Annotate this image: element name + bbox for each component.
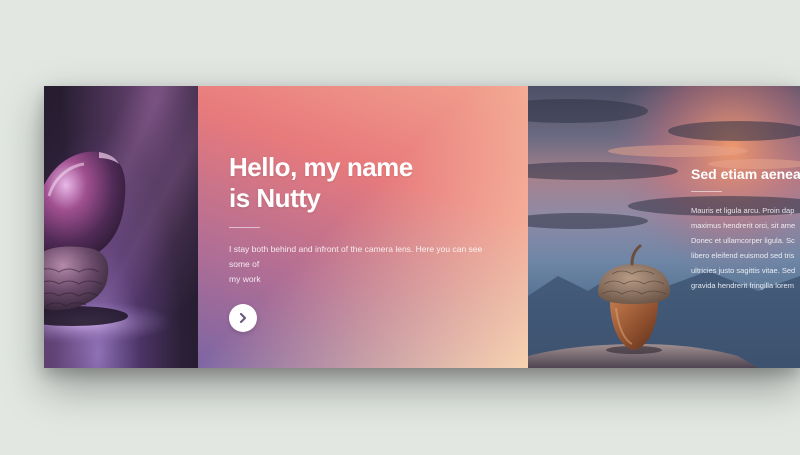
next-slide-button[interactable] [229, 304, 257, 332]
secondary-description: Mauris et ligula arcu. Proin dap maximus… [691, 203, 800, 293]
secondary-line: Donec et ullamcorper ligula. Sc [691, 236, 795, 245]
hero-title-line-1: Hello, my name [229, 152, 413, 182]
acorn-artwork-right: Sed etiam aenea Mauris et ligula arcu. P… [528, 86, 800, 368]
chevron-right-icon [239, 312, 247, 324]
secondary-line: libero eleifend euismod sed tris [691, 251, 795, 260]
hero-description-line-1: I stay both behind and infront of the ca… [229, 244, 483, 269]
secondary-divider [691, 191, 722, 192]
secondary-title: Sed etiam aenea [691, 166, 800, 182]
secondary-slide-text: Sed etiam aenea Mauris et ligula arcu. P… [691, 166, 800, 293]
acorn-artwork-left [44, 86, 198, 368]
acorn-illustration [44, 151, 172, 344]
hero-description-line-2: my work [229, 274, 261, 284]
secondary-line: ultricies justo sagittis vitae. Sed [691, 266, 796, 275]
secondary-line: maximus hendrerit orci, sit ame [691, 221, 796, 230]
secondary-line: gravida hendrerit fringilla lorem [691, 281, 794, 290]
portfolio-slider: Hello, my name is Nutty I stay both behi… [44, 86, 800, 368]
hero-title: Hello, my name is Nutty [229, 152, 429, 214]
hero-panel: Hello, my name is Nutty I stay both behi… [198, 86, 528, 368]
secondary-line: Mauris et ligula arcu. Proin dap [691, 206, 795, 215]
hero-divider [229, 227, 260, 228]
hero-title-line-2: is Nutty [229, 183, 321, 213]
hero-description: I stay both behind and infront of the ca… [229, 242, 504, 287]
